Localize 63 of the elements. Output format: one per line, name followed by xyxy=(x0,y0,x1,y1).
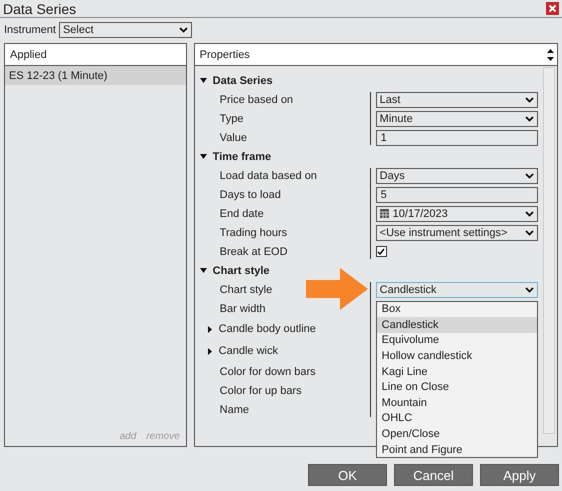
instrument-dropdown[interactable]: Select xyxy=(58,22,192,38)
triangle-down-icon xyxy=(200,267,207,274)
chevron-down-icon xyxy=(525,210,534,216)
panel-title: Properties xyxy=(200,48,250,60)
property-label: Trading hours xyxy=(218,226,288,238)
dropdown-option[interactable]: Kagi Line xyxy=(376,364,537,380)
dropdown-option[interactable]: Candlestick xyxy=(376,317,537,333)
property-label: Load data based on xyxy=(218,170,318,182)
property-label: Chart style xyxy=(218,284,274,296)
dropdown-option[interactable]: Hollow candlestick xyxy=(376,348,537,364)
dropdown[interactable]: Minute xyxy=(376,110,538,126)
chevron-down-icon xyxy=(178,27,188,33)
chevron-down-icon xyxy=(525,172,534,178)
dialog-button[interactable]: Cancel xyxy=(394,464,473,486)
triangle-down-icon xyxy=(200,153,207,160)
property-label: Break at EOD xyxy=(218,246,289,258)
property-label: Days to load xyxy=(218,188,282,200)
property-label: End date xyxy=(218,208,265,220)
checkbox[interactable] xyxy=(376,246,387,257)
triangle-right-icon xyxy=(208,348,213,354)
input-field[interactable]: 5 xyxy=(376,186,538,202)
dropdown-option[interactable]: Equivolume xyxy=(376,332,537,348)
panel-title: Applied xyxy=(10,48,47,60)
property-group[interactable]: Candle wick xyxy=(194,345,371,357)
property-label: Type xyxy=(218,112,245,124)
instrument-label: Instrument xyxy=(4,24,56,36)
property-label: Value xyxy=(218,132,248,144)
triangle-right-icon xyxy=(208,326,213,332)
dropdown[interactable]: Candlestick xyxy=(376,282,538,298)
property-label: Name xyxy=(218,404,250,416)
dropdown-option[interactable]: Mountain xyxy=(376,395,537,411)
scrollbar[interactable] xyxy=(543,67,555,434)
chevron-down-icon xyxy=(525,96,534,102)
arrow-annotation xyxy=(306,268,368,310)
property-label: Bar width xyxy=(218,302,267,314)
dropdown[interactable]: Days xyxy=(376,168,538,184)
category-header[interactable]: Data Series xyxy=(194,71,543,90)
dropdown-option[interactable]: Open/Close xyxy=(376,426,537,442)
dropdown-option[interactable]: Line on Close xyxy=(376,379,537,396)
dropdown[interactable]: Last xyxy=(376,92,538,108)
dialog-button[interactable]: OK xyxy=(308,464,387,486)
chevron-down-icon xyxy=(525,230,534,236)
property-label: Color for up bars xyxy=(218,384,303,396)
chevron-down-icon xyxy=(525,286,534,292)
calendar-icon xyxy=(380,209,389,218)
list-item[interactable]: ES 12-23 (1 Minute) xyxy=(5,66,186,85)
category-header[interactable]: Chart style xyxy=(194,261,543,280)
triangle-down-icon xyxy=(200,77,207,84)
category-header[interactable]: Time frame xyxy=(194,147,543,166)
property-group[interactable]: Candle body outline xyxy=(194,323,371,335)
dropdown[interactable]: <Use instrument settings> xyxy=(376,224,538,240)
date-picker[interactable]: 10/17/2023 xyxy=(376,206,538,222)
window-title: Data Series xyxy=(3,0,76,16)
dropdown-option[interactable]: Box xyxy=(376,302,537,318)
dialog-button[interactable]: Apply xyxy=(480,464,559,486)
input-field[interactable]: 1 xyxy=(376,130,538,146)
scroll-arrows-icon[interactable] xyxy=(547,48,554,62)
property-label: Color for down bars xyxy=(218,366,317,378)
chevron-down-icon xyxy=(525,116,534,122)
property-label: Price based on xyxy=(218,94,294,106)
close-icon[interactable] xyxy=(546,2,559,15)
dropdown-option[interactable]: OHLC xyxy=(376,410,537,426)
dropdown-option[interactable]: Point and Figure xyxy=(376,442,537,458)
